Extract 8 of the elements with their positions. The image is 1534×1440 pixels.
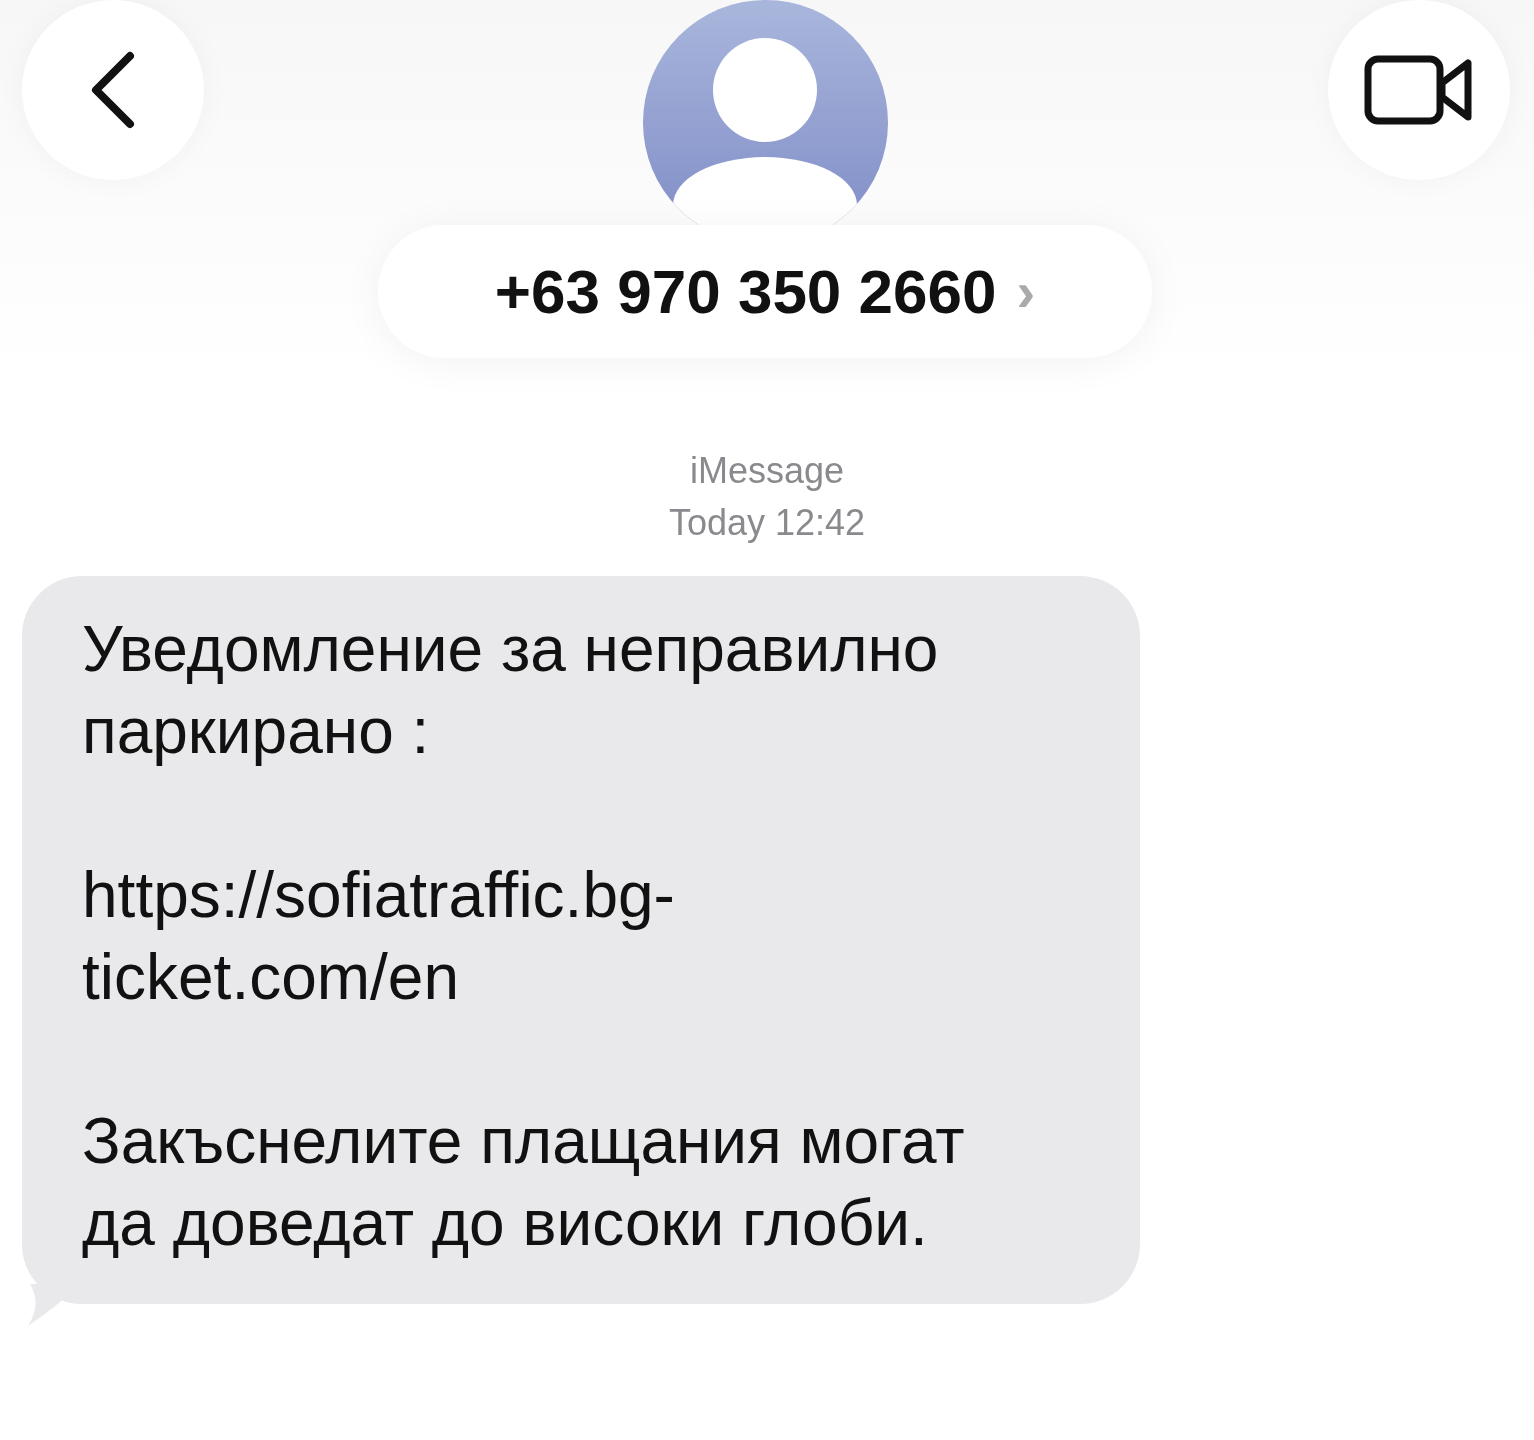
service-label: iMessage — [689, 450, 845, 492]
timestamp: Today 12:42 — [668, 502, 866, 544]
video-camera-icon — [1364, 55, 1474, 125]
message-text: Уведомление за неправилно паркирано : — [82, 612, 940, 769]
message-text: https://sofiatraffic.bg-ticket.com/en — [82, 858, 676, 1015]
phone-number: +63 970 350 2660 — [494, 256, 997, 327]
chevron-icon: › — [1016, 259, 1036, 324]
message-text: Закъснелите плащания могат да доведат до високи глоби. — [82, 1104, 966, 1261]
